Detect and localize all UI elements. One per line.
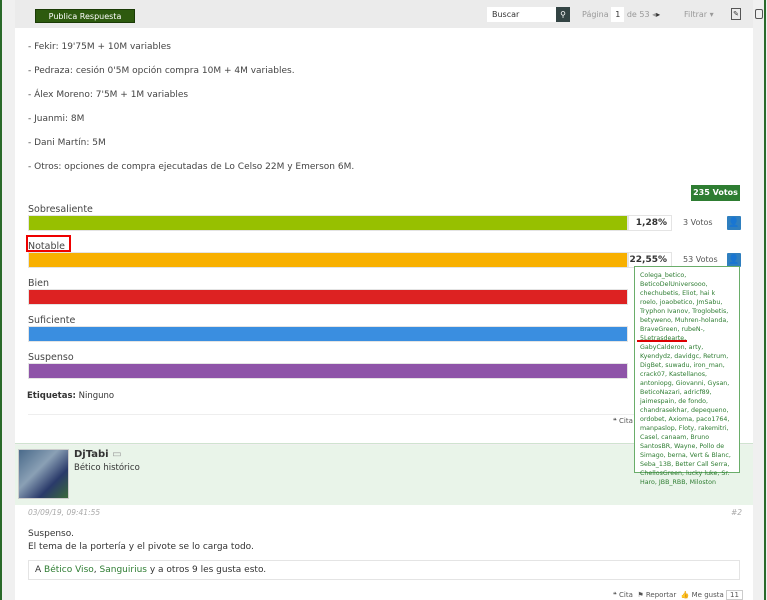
poll-bar-fill: [29, 216, 627, 230]
frame-border: [0, 0, 2, 600]
filter-dropdown[interactable]: Filtrar ▾: [684, 7, 714, 22]
tags: Etiquetas: Ninguno: [27, 391, 114, 401]
post-number[interactable]: #2: [731, 508, 742, 517]
poll-option-bar[interactable]: [28, 326, 628, 342]
user-title: Bético histórico: [74, 463, 140, 473]
tags-label: Etiquetas:: [27, 391, 76, 401]
post-line: - Otros: opciones de compra ejecutadas d…: [28, 162, 355, 172]
quote-button[interactable]: ❝ Cita: [613, 591, 633, 599]
poll-option-label: Bien: [28, 278, 50, 289]
poll-percent: 1,28%: [628, 215, 672, 231]
pagination: Página 1 de 53 ◂▸: [582, 7, 660, 22]
like-count[interactable]: 11: [726, 590, 743, 600]
like-button[interactable]: 👍 Me gusta: [681, 591, 724, 599]
voters-user-icon[interactable]: 👤: [727, 216, 741, 230]
poll-option-bar[interactable]: [28, 252, 628, 268]
report-button[interactable]: ⚑ Reportar: [637, 591, 676, 599]
poll-bar-fill: [29, 290, 627, 304]
poll-option-label: Sobresaliente: [28, 204, 93, 215]
thread-toolbar: Publica Respuesta Buscar ⚲ Página 1 de 5…: [15, 0, 763, 28]
poll-bar-fill: [29, 327, 627, 341]
poll-total-votes: 235 Votos: [691, 185, 740, 201]
like-label: Me gusta: [691, 591, 724, 599]
poll-option-label: Suficiente: [28, 315, 76, 326]
username[interactable]: DjTabi ▭: [74, 449, 122, 460]
quote-label: Cita: [619, 417, 633, 425]
message-icon[interactable]: ▭: [112, 449, 121, 460]
liker-link[interactable]: Sanguirius: [100, 565, 147, 575]
post-line: - Álex Moreno: 7'5M + 1M variables: [28, 90, 189, 100]
page-label: Página: [582, 10, 609, 19]
poll-bar-fill: [29, 253, 627, 267]
message-line: El tema de la portería y el pivote se lo…: [28, 542, 254, 552]
voters-tooltip: Colega_betico, BeticoDelUniversooo, chec…: [634, 266, 740, 486]
page-total: de 53: [626, 10, 650, 19]
reply-button[interactable]: Publica Respuesta: [35, 9, 135, 23]
poll-bar-fill: [29, 364, 627, 378]
avatar[interactable]: [18, 449, 69, 499]
voters-user-icon[interactable]: 👤: [727, 253, 741, 267]
likes-sep: ,: [93, 565, 97, 575]
report-label: Reportar: [645, 591, 677, 599]
liker-link[interactable]: Bético Viso: [44, 565, 94, 575]
annotation-underline: [637, 340, 687, 342]
post-message: Suspenso. El tema de la portería y el pi…: [28, 528, 254, 554]
search-input[interactable]: Buscar: [487, 7, 556, 22]
poll-option-bar[interactable]: [28, 215, 628, 231]
post-line: - Juanmi: 8M: [28, 114, 85, 124]
username-link[interactable]: DjTabi: [74, 449, 109, 460]
poll-option-bar[interactable]: [28, 363, 628, 379]
post-actions: ❝ Cita ⚑ Reportar 👍 Me gusta 11: [613, 590, 743, 600]
frame-border: [764, 0, 766, 600]
page-input[interactable]: 1: [611, 7, 625, 22]
poll-option-bar[interactable]: [28, 289, 628, 305]
post-line: - Pedraza: cesión 0'5M opción compra 10M…: [28, 66, 295, 76]
next-page-icon[interactable]: ▸: [656, 10, 660, 19]
post-date[interactable]: 03/09/19, 09:41:55: [28, 508, 100, 517]
poll-votes: 3 Votos: [683, 218, 713, 227]
search-icon[interactable]: ⚲: [556, 7, 570, 22]
quote-button[interactable]: ❝ Cita: [613, 417, 633, 425]
highlight-box: [26, 235, 71, 252]
likes-prefix: A: [35, 565, 42, 575]
likes-suffix: y a otros 9 les gusta esto.: [149, 565, 267, 575]
post-line: - Fekir: 19'75M + 10M variables: [28, 42, 171, 52]
quote-label: Cita: [619, 591, 633, 599]
post-line: - Dani Martín: 5M: [28, 138, 106, 148]
poll-option-label: Suspenso: [28, 352, 74, 363]
message-line: Suspenso.: [28, 529, 74, 539]
likes-summary: A Bético Viso, Sanguirius y a otros 9 le…: [28, 560, 740, 580]
checkbox-icon[interactable]: [755, 9, 763, 19]
edit-icon[interactable]: ✎: [731, 8, 741, 20]
tags-value: Ninguno: [78, 391, 115, 401]
